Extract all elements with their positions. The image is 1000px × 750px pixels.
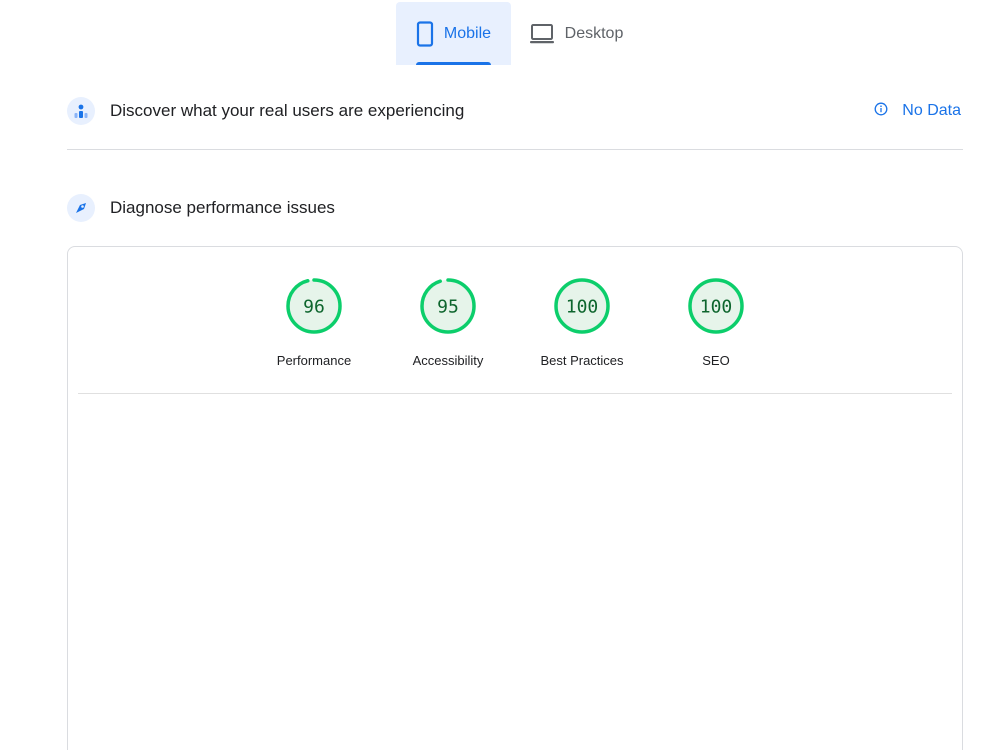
score-gauge-performance[interactable]: 96 Performance [247, 277, 381, 368]
score-ring: 100 [554, 278, 610, 334]
tab-mobile-label: Mobile [443, 24, 492, 42]
score-ring: 100 [688, 278, 744, 334]
score-label: Best Practices [540, 353, 624, 368]
no-data-label: No Data [902, 102, 961, 119]
tab-desktop[interactable]: Desktop [511, 2, 641, 65]
lighthouse-report-card: 96 Performance 95 Accessibility 100 Best Prac… [67, 246, 963, 750]
tab-desktop-label: Desktop [564, 24, 624, 42]
tab-active-indicator [416, 62, 491, 65]
section-divider [67, 149, 963, 150]
score-label: Performance [276, 353, 352, 368]
device-tabs: Mobile Desktop [396, 2, 641, 65]
info-icon [874, 102, 888, 121]
lab-data-header: Diagnose performance issues [67, 192, 961, 224]
score-value: 96 [303, 297, 325, 318]
card-divider [78, 393, 952, 394]
score-label: Accessibility [412, 353, 484, 368]
lighthouse-icon [67, 194, 95, 222]
score-ring: 96 [286, 278, 342, 334]
tab-mobile[interactable]: Mobile [396, 2, 511, 65]
users-icon [67, 97, 95, 125]
score-ring: 95 [420, 278, 476, 334]
score-gauge-best-practices[interactable]: 100 Best Practices [515, 277, 649, 368]
score-gauge-seo[interactable]: 100 SEO [649, 277, 783, 368]
laptop-icon [529, 23, 555, 45]
lab-data-title: Diagnose performance issues [110, 198, 335, 217]
score-gauges: 96 Performance 95 Accessibility 100 Best Prac… [68, 277, 962, 368]
score-value: 100 [700, 297, 733, 318]
score-value: 95 [437, 297, 459, 318]
score-label: SEO [702, 353, 730, 368]
field-data-header: Discover what your real users are experi… [67, 94, 961, 128]
pagespeed-report: Mobile Desktop Discover what your real u… [0, 0, 1000, 750]
field-data-title: Discover what your real users are experi… [110, 101, 465, 120]
score-gauge-accessibility[interactable]: 95 Accessibility [381, 277, 515, 368]
smartphone-icon [416, 20, 434, 47]
no-data-link[interactable]: No Data [874, 102, 961, 121]
score-value: 100 [566, 297, 599, 318]
